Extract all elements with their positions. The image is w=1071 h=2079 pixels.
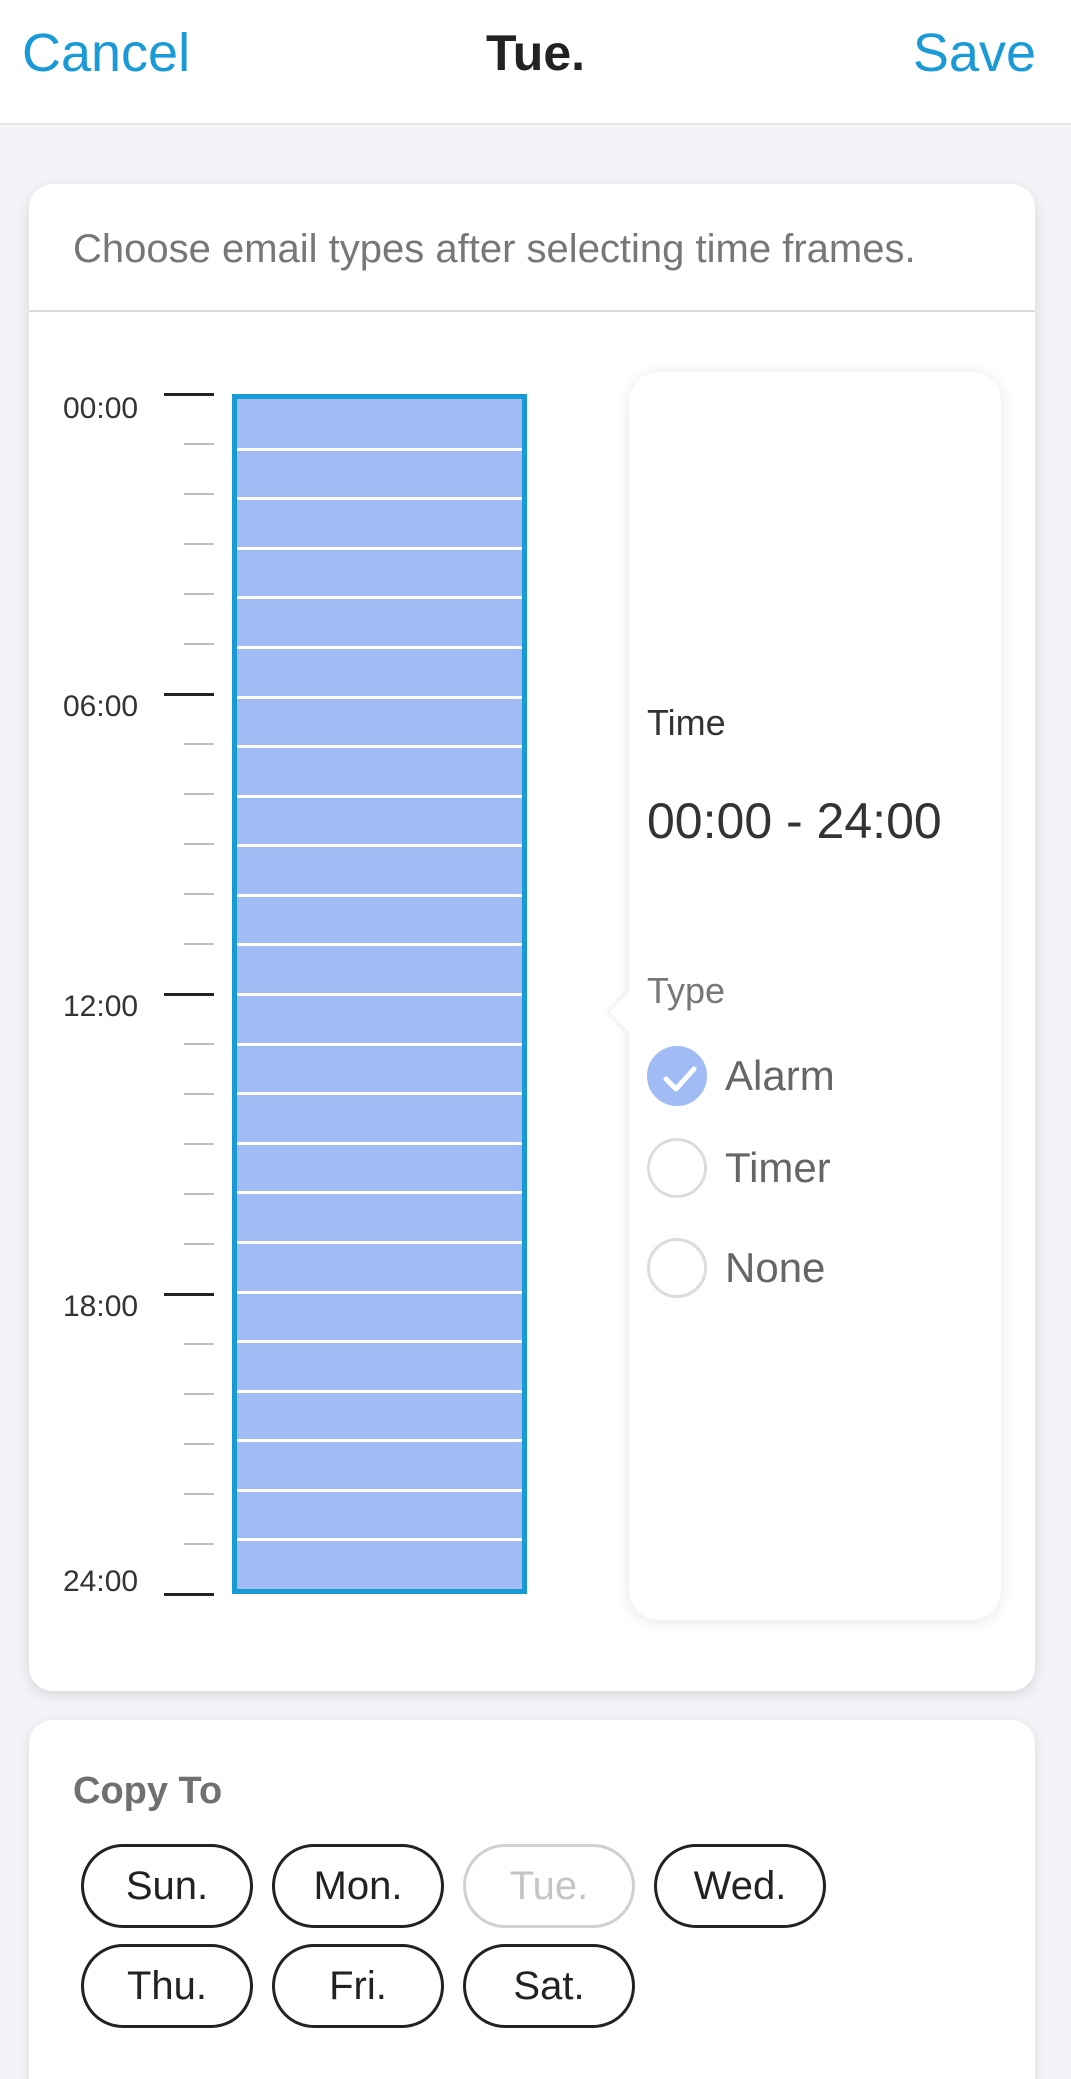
time-slot-divider [237,993,522,996]
time-slot-divider [237,645,522,649]
instruction-text: Choose email types after selecting time … [73,227,916,271]
popover-arrow [609,992,649,1032]
axis-minor-tick [184,843,214,845]
axis-minor-tick [184,943,214,945]
time-slot-divider [237,844,522,848]
time-slot-divider [237,1488,522,1492]
schedule-card: Choose email types after selecting time … [29,184,1035,1691]
axis-minor-tick [184,493,214,495]
day-button-tue: Tue. [463,1844,635,1928]
radio-unchecked-icon[interactable] [647,1238,707,1298]
day-button-wed[interactable]: Wed. [654,1844,826,1928]
day-button-thu[interactable]: Thu. [81,1944,253,2028]
radio-unchecked-icon[interactable] [647,1138,707,1198]
time-slot-grid[interactable] [232,394,527,1594]
time-range-value: 00:00 - 24:00 [647,793,942,849]
time-slot-divider [237,596,522,600]
day-button-fri[interactable]: Fri. [272,1944,444,2028]
axis-minor-tick [184,1193,214,1195]
type-option-none[interactable]: None [647,1237,825,1299]
axis-major-tick [164,393,214,396]
axis-minor-tick [184,893,214,895]
time-label: Time [647,702,726,743]
time-slot-divider [237,1240,522,1244]
axis-minor-tick [184,543,214,545]
axis-minor-tick [184,1243,214,1245]
type-label: Type [647,970,726,1011]
time-slot-divider [237,1439,522,1443]
axis-minor-tick [184,1443,214,1445]
axis-minor-tick [184,643,214,645]
time-slot-divider [237,893,522,897]
copy-to-title: Copy To [73,1770,223,1812]
axis-minor-tick [184,793,214,795]
axis-major-tick [164,1293,214,1296]
time-slot-divider [237,1141,522,1145]
time-slot-divider [237,794,522,798]
copy-to-card: Copy To Sun. Mon. Tue. Wed. Thu. Fri. Sa… [29,1720,1035,2079]
time-slot-divider [237,943,522,947]
time-slot-divider [237,546,522,550]
axis-time-label: 24:00 [63,1565,139,1598]
radio-checked-icon[interactable] [647,1046,707,1106]
time-slot-divider [237,1389,522,1393]
axis-minor-tick [184,1543,214,1545]
save-button[interactable]: Save [913,22,1036,84]
time-slot-divider [237,447,522,451]
day-button-mon[interactable]: Mon. [272,1844,444,1928]
time-slot-divider [237,745,522,749]
time-frame-popover: Time 00:00 - 24:00 Type Alarm Timer None [609,372,1001,1620]
time-slot-divider [237,1191,522,1195]
axis-major-tick [164,1593,214,1596]
type-option-alarm[interactable]: Alarm [647,1045,835,1107]
axis-major-tick [164,693,214,696]
axis-minor-tick [184,443,214,445]
time-slot-divider [237,1092,522,1096]
axis-minor-tick [184,1343,214,1345]
axis-minor-tick [184,1393,214,1395]
day-button-sun[interactable]: Sun. [81,1844,253,1928]
axis-minor-tick [184,593,214,595]
type-option-label: Timer [725,1144,831,1191]
time-slot-divider [237,1340,522,1344]
time-slot-divider [237,1538,522,1542]
type-option-label: None [725,1244,826,1291]
time-slot-divider [237,1042,522,1046]
axis-minor-tick [184,743,214,745]
axis-minor-tick [184,1493,214,1495]
top-bar: Cancel Tue. Save [0,0,1071,125]
divider [29,310,1035,312]
type-option-timer[interactable]: Timer [647,1137,831,1199]
time-slot-divider [237,1290,522,1294]
type-option-label: Alarm [725,1052,835,1099]
time-slot-divider [237,497,522,501]
axis-time-label: 06:00 [63,690,139,723]
axis-minor-tick [184,1143,214,1145]
axis-time-label: 00:00 [63,392,139,425]
axis-time-label: 12:00 [63,990,139,1023]
time-slot-divider [237,695,522,699]
axis-minor-tick [184,1093,214,1095]
axis-minor-tick [184,1043,214,1045]
axis-time-label: 18:00 [63,1290,139,1323]
page-title: Tue. [485,25,586,81]
day-button-sat[interactable]: Sat. [463,1944,635,2028]
axis-major-tick [164,993,214,996]
